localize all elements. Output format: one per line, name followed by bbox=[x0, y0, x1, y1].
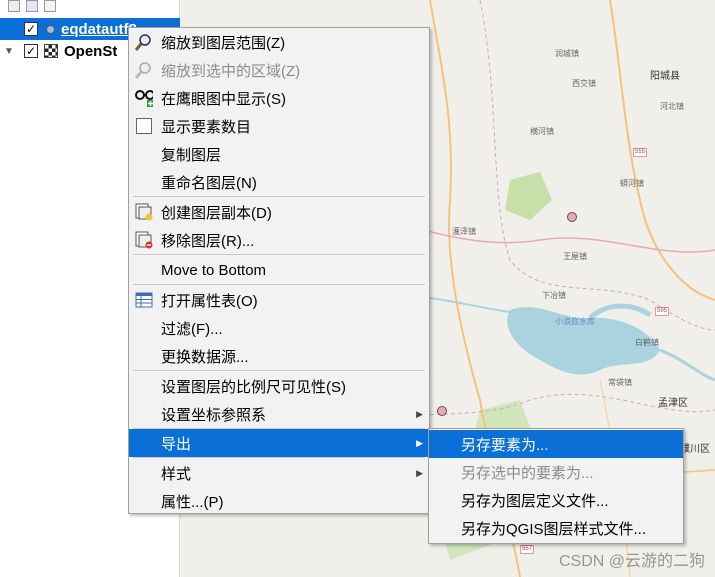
remove-layer-icon bbox=[135, 231, 153, 249]
menu-zoom-to-selection: 缩放到选中的区域(Z) bbox=[129, 56, 429, 84]
menu-separator bbox=[133, 370, 425, 371]
menu-separator bbox=[133, 284, 425, 285]
menu-set-crs[interactable]: 设置坐标参照系 ▶ bbox=[129, 400, 429, 428]
menu-set-scale-visibility[interactable]: 设置图层的比例尺可见性(S) bbox=[129, 372, 429, 400]
raster-layer-icon bbox=[44, 44, 58, 58]
menu-save-as-qgis-style[interactable]: 另存为QGIS图层样式文件... bbox=[429, 514, 683, 542]
map-town-label: 白鹤镇 bbox=[635, 338, 659, 347]
menu-export[interactable]: 导出 ▶ bbox=[129, 429, 429, 457]
menu-show-in-overview[interactable]: 在鹰眼图中显示(S) bbox=[129, 84, 429, 112]
road-shield: 555 bbox=[633, 148, 648, 157]
menu-create-layer-copy[interactable]: 创建图层副本(D) bbox=[129, 198, 429, 226]
submenu-arrow-icon: ▶ bbox=[416, 437, 423, 448]
map-town-label: 常袋镇 bbox=[608, 378, 632, 387]
layer-name: OpenSt bbox=[64, 42, 118, 60]
menu-show-feature-count[interactable]: 显示要素数目 bbox=[129, 112, 429, 140]
menu-filter[interactable]: 过滤(F)... bbox=[129, 314, 429, 342]
zoom-selection-icon bbox=[135, 61, 153, 79]
map-town-label: 下冶镇 bbox=[542, 291, 566, 300]
menu-move-to-bottom[interactable]: Move to Bottom bbox=[129, 256, 429, 284]
layer-context-menu: 缩放到图层范围(Z) 缩放到选中的区域(Z) 在鹰眼图中显示(S) 显示要素数目… bbox=[128, 27, 430, 514]
map-city-label: 孟津区 bbox=[658, 398, 688, 409]
submenu-arrow-icon: ▶ bbox=[416, 408, 423, 419]
zoom-icon bbox=[135, 33, 153, 51]
filter-icon[interactable] bbox=[26, 0, 38, 12]
menu-remove-layer[interactable]: 移除图层(R)... bbox=[129, 226, 429, 254]
map-town-label: 濩泽镇 bbox=[452, 227, 476, 236]
layer-copy-icon bbox=[135, 203, 153, 221]
menu-separator bbox=[133, 196, 425, 197]
attribute-table-icon bbox=[135, 291, 153, 309]
watermark: CSDN @云游的二狗 bbox=[558, 553, 705, 570]
point-layer-icon bbox=[46, 24, 55, 34]
menu-separator bbox=[133, 254, 425, 255]
submenu-arrow-icon: ▶ bbox=[416, 467, 423, 478]
menu-duplicate-layer[interactable]: 复制图层 bbox=[129, 140, 429, 168]
map-town-label: 横河镇 bbox=[530, 127, 554, 136]
overview-glasses-icon bbox=[135, 89, 153, 107]
road-shield: 595 bbox=[655, 307, 670, 316]
map-city-label: 濮川区 bbox=[680, 444, 710, 455]
map-town-label: 润城镇 bbox=[555, 49, 579, 58]
menu-open-attribute-table[interactable]: 打开属性表(O) bbox=[129, 286, 429, 314]
menu-styles[interactable]: 样式 ▶ bbox=[129, 459, 429, 487]
menu-save-selected-features-as: 另存选中的要素为... bbox=[461, 464, 594, 482]
menu-separator bbox=[133, 457, 425, 458]
layer-visibility-checkbox[interactable]: ✓ bbox=[24, 44, 38, 58]
chevron-down-icon[interactable]: ▼ bbox=[4, 46, 14, 57]
menu-save-features-as[interactable]: 另存要素为... bbox=[429, 430, 683, 458]
layers-toolbar bbox=[0, 0, 179, 14]
menu-save-as-layer-definition[interactable]: 另存为图层定义文件... bbox=[429, 486, 683, 514]
add-group-icon[interactable] bbox=[8, 0, 20, 12]
menu-change-data-source[interactable]: 更换数据源... bbox=[129, 342, 429, 370]
checkbox-icon[interactable] bbox=[135, 117, 153, 135]
expand-icon[interactable] bbox=[44, 0, 56, 12]
map-town-label: 蟒河镇 bbox=[620, 179, 644, 188]
map-town-label: 王屋镇 bbox=[563, 252, 587, 261]
export-submenu: 另存要素为... 另存选中的要素为... 另存为图层定义文件... 另存为QGI… bbox=[428, 428, 684, 544]
map-city-label: 阳城县 bbox=[650, 71, 680, 82]
map-town-label: 河北镇 bbox=[660, 102, 684, 111]
menu-rename-layer[interactable]: 重命名图层(N) bbox=[129, 168, 429, 196]
layer-visibility-checkbox[interactable]: ✓ bbox=[24, 22, 38, 36]
road-shield: 557 bbox=[520, 545, 535, 554]
map-town-label: 西交镇 bbox=[572, 79, 596, 88]
menu-properties[interactable]: 属性...(P) bbox=[129, 487, 429, 515]
layer-name: eqdatautf8 bbox=[61, 20, 137, 38]
map-water-label: 小浪底水库 bbox=[555, 317, 595, 326]
menu-zoom-to-layer[interactable]: 缩放到图层范围(Z) bbox=[129, 28, 429, 56]
